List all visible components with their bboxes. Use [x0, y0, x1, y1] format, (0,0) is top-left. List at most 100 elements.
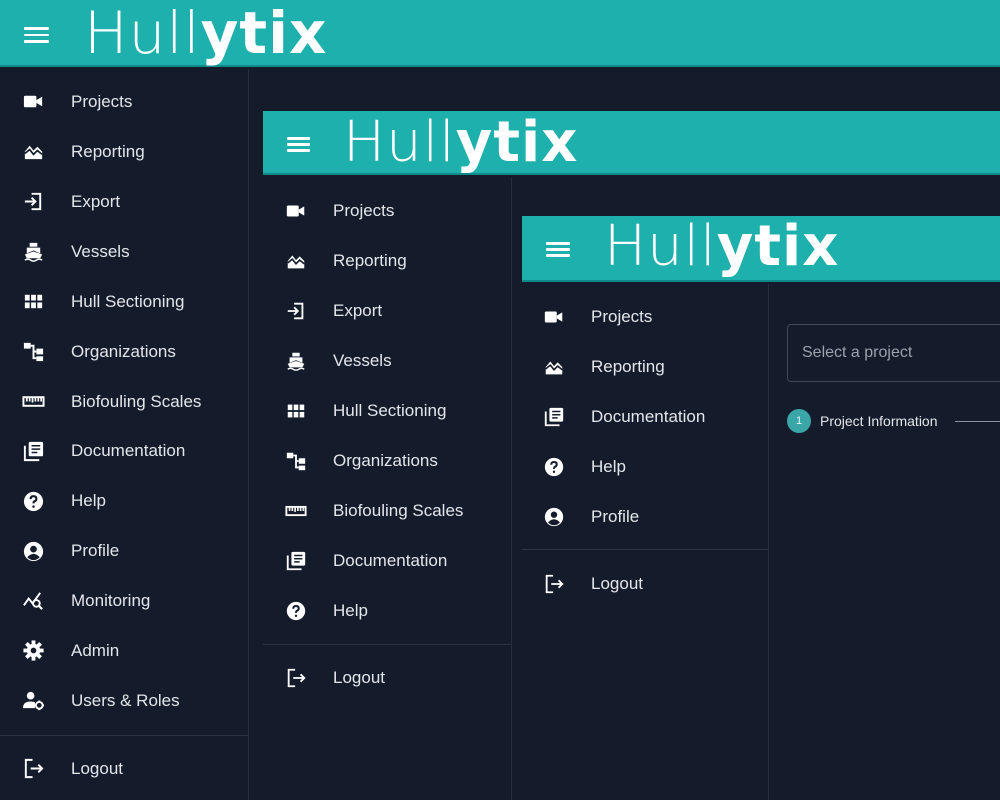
project-select-placeholder: Select a project [802, 344, 913, 361]
sidebar-item-label: Vessels [71, 241, 130, 261]
hullytix-logo: Hullytix [604, 218, 839, 275]
sidebar-item-reporting[interactable]: Reporting [0, 127, 248, 177]
sidebar-item-projects[interactable]: Projects [0, 77, 248, 127]
sidebar-item-label: Hull Sectioning [71, 291, 185, 311]
app-header: Hullytix [263, 111, 1000, 175]
sidebar-item-label: Organizations [71, 341, 176, 361]
sidebar-item-help[interactable]: Help [0, 476, 248, 526]
account-circle-icon [22, 540, 45, 563]
sidebar-item-biofouling-scales[interactable]: Biofouling Scales [263, 486, 511, 536]
sidebar-item-label: Help [591, 457, 626, 477]
area-chart-icon [543, 356, 565, 378]
logo-text-part2: ytix [455, 111, 579, 175]
sidebar-divider [263, 644, 511, 645]
logo-text-part1: Hull [604, 216, 717, 279]
sidebar-item-label: Documentation [333, 551, 448, 571]
ship-icon [22, 240, 45, 263]
grid-icon [285, 400, 307, 422]
sidebar-item-label: Documentation [71, 441, 186, 461]
sidebar-item-label: Biofouling Scales [333, 501, 464, 521]
sidebar-item-reporting[interactable]: Reporting [263, 236, 511, 286]
sidebar-item-label: Organizations [333, 451, 438, 471]
export-icon [22, 190, 45, 213]
account-circle-icon [543, 506, 565, 528]
sidebar-item-label: Projects [591, 307, 653, 327]
sidebar-item-label: Reporting [333, 251, 407, 271]
library-books-icon [22, 440, 45, 463]
logo-text-part1: Hull [343, 111, 456, 175]
menu-icon[interactable] [24, 27, 49, 43]
sidebar: Projects Reporting Export Vessels Hull Secti… [263, 177, 512, 800]
sidebar-item-label: Logout [333, 668, 385, 688]
sidebar-item-label: Logout [591, 574, 643, 594]
video-camera-icon [22, 90, 45, 113]
sidebar-item-hull-sectioning[interactable]: Hull Sectioning [263, 386, 511, 436]
stepper-connector [955, 421, 1000, 422]
ship-icon [285, 350, 307, 372]
step-label[interactable]: Project Information [820, 413, 938, 429]
sidebar-item-vessels[interactable]: Vessels [263, 336, 511, 386]
sidebar-item-logout[interactable]: Logout [522, 559, 768, 609]
sidebar-divider [0, 735, 248, 736]
project-select[interactable]: Select a project [787, 324, 1000, 382]
sidebar: Projects Reporting Export Vessels Hull Secti… [0, 69, 249, 800]
video-camera-icon [543, 306, 565, 328]
sidebar-item-export[interactable]: Export [0, 177, 248, 227]
library-books-icon [285, 550, 307, 572]
sidebar-item-label: Projects [71, 92, 133, 112]
export-icon [285, 300, 307, 322]
monitoring-icon [22, 589, 45, 612]
sidebar-item-label: Profile [71, 541, 120, 561]
main-content: Select a project 1 Project Information [769, 284, 1000, 800]
sidebar-divider [522, 549, 768, 550]
sidebar-item-label: Reporting [591, 357, 665, 377]
sidebar-item-label: Hull Sectioning [333, 401, 447, 421]
logo-text-part2: ytix [716, 216, 840, 279]
sidebar-item-label: Profile [591, 507, 640, 527]
sidebar-item-organizations[interactable]: Organizations [0, 327, 248, 377]
hullytix-logo: Hullytix [84, 4, 327, 63]
sidebar-item-vessels[interactable]: Vessels [0, 227, 248, 277]
sidebar-item-projects[interactable]: Projects [522, 292, 768, 342]
sidebar-item-monitoring[interactable]: Monitoring [0, 576, 248, 626]
library-books-icon [543, 406, 565, 428]
sidebar-item-profile[interactable]: Profile [0, 526, 248, 576]
gear-icon [22, 639, 45, 662]
sidebar-item-biofouling-scales[interactable]: Biofouling Scales [0, 376, 248, 426]
sidebar-item-label: Projects [333, 201, 395, 221]
sidebar-item-projects[interactable]: Projects [263, 186, 511, 236]
sidebar-item-users-and-roles[interactable]: Users & Roles [0, 676, 248, 726]
sidebar-item-label: Admin [71, 641, 120, 661]
area-chart-icon [22, 140, 45, 163]
help-circle-icon [543, 456, 565, 478]
grid-icon [22, 290, 45, 313]
sidebar-item-label: Logout [71, 759, 123, 779]
logo-text-part2: ytix [200, 0, 328, 67]
sidebar-item-help[interactable]: Help [522, 442, 768, 492]
sidebar-item-help[interactable]: Help [263, 586, 511, 636]
sidebar-item-logout[interactable]: Logout [0, 744, 248, 794]
sidebar-item-documentation[interactable]: Documentation [263, 536, 511, 586]
org-chart-icon [285, 450, 307, 472]
app-window-inner: Hullytix Projects Reporting Documentation He… [522, 216, 1000, 800]
area-chart-icon [285, 250, 307, 272]
sidebar: Projects Reporting Documentation Help Profil… [522, 284, 769, 800]
sidebar-item-documentation[interactable]: Documentation [522, 392, 768, 442]
help-circle-icon [285, 600, 307, 622]
sidebar-item-documentation[interactable]: Documentation [0, 426, 248, 476]
sidebar-item-reporting[interactable]: Reporting [522, 342, 768, 392]
sidebar-item-label: Help [71, 491, 106, 511]
sidebar-item-export[interactable]: Export [263, 286, 511, 336]
sidebar-item-organizations[interactable]: Organizations [263, 436, 511, 486]
sidebar-item-hull-sectioning[interactable]: Hull Sectioning [0, 277, 248, 327]
sidebar-item-label: Help [333, 601, 368, 621]
hullytix-logo: Hullytix [343, 114, 578, 171]
sidebar-item-admin[interactable]: Admin [0, 626, 248, 676]
sidebar-item-logout[interactable]: Logout [263, 653, 511, 703]
menu-icon[interactable] [546, 242, 570, 257]
menu-icon[interactable] [287, 137, 310, 152]
sidebar-item-profile[interactable]: Profile [522, 492, 768, 542]
logout-icon [543, 573, 565, 595]
sidebar-item-label: Biofouling Scales [71, 391, 202, 411]
step-number-badge: 1 [787, 409, 811, 433]
